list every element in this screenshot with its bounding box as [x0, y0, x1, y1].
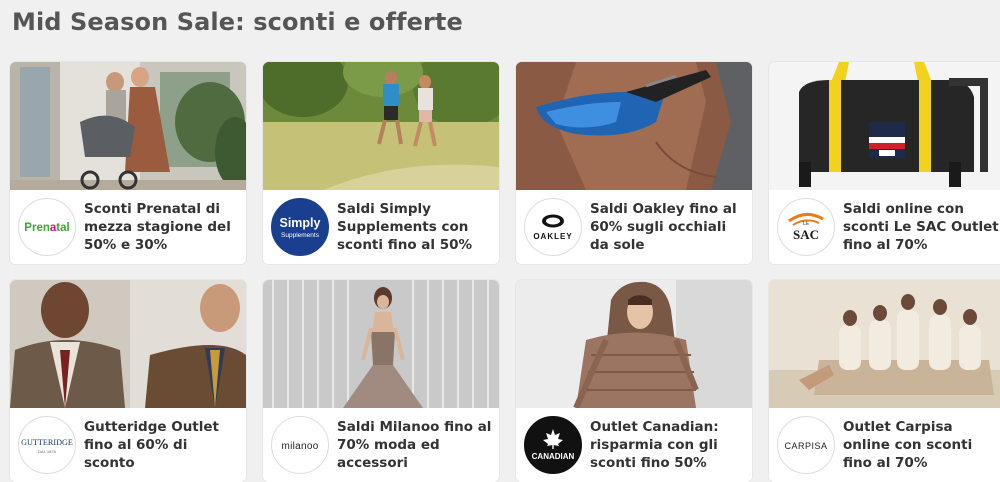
- offer-image-carpisa[interactable]: [769, 280, 1000, 408]
- carpisa-logo: CARPISA: [777, 416, 835, 474]
- offer-body: LE SAC Saldi online con sconti Le SAC Ou…: [769, 190, 1000, 264]
- offer-body: OAKLEY Saldi Oakley fino al 60% sugli oc…: [516, 190, 752, 264]
- offer-card-prenatal[interactable]: Prenatal Sconti Prenatal di mezza stagio…: [10, 62, 246, 264]
- le-sac-logo-text: SAC: [793, 227, 819, 242]
- offer-image-le-sac[interactable]: [769, 62, 1000, 190]
- offer-card-le-sac[interactable]: LE SAC Saldi online con sconti Le SAC Ou…: [769, 62, 1000, 264]
- offer-card-gutteridge[interactable]: GUTTERIDGE DAL 1878 Gutteridge Outlet fi…: [10, 280, 246, 482]
- offer-body: milanoo Saldi Milanoo fino al 70% moda e…: [263, 408, 499, 482]
- offer-card-simply-supplements[interactable]: Simply Supplements Saldi Simply Suppleme…: [263, 62, 499, 264]
- offers-grid: Prenatal Sconti Prenatal di mezza stagio…: [0, 0, 1000, 482]
- offer-image-prenatal[interactable]: [10, 62, 246, 190]
- canadian-logo: CANADIAN: [524, 416, 582, 474]
- canadian-logo-text: CANADIAN: [532, 452, 575, 461]
- le-sac-logo: LE SAC: [777, 198, 835, 256]
- offer-image-simply[interactable]: [263, 62, 499, 190]
- offer-image-canadian[interactable]: [516, 280, 752, 408]
- offer-description[interactable]: Sconti Prenatal di mezza stagione del 50…: [84, 200, 242, 254]
- offer-description[interactable]: Saldi Simply Supplements con sconti fino…: [337, 200, 495, 254]
- offer-description[interactable]: Saldi Oakley fino al 60% sugli occhiali …: [590, 200, 748, 254]
- offer-card-oakley[interactable]: OAKLEY Saldi Oakley fino al 60% sugli oc…: [516, 62, 752, 264]
- offer-image-oakley[interactable]: [516, 62, 752, 190]
- gutteridge-logo: GUTTERIDGE DAL 1878: [18, 416, 76, 474]
- offer-card-canadian[interactable]: CANADIAN Outlet Canadian: risparmia con …: [516, 280, 752, 482]
- offer-body: CANADIAN Outlet Canadian: risparmia con …: [516, 408, 752, 482]
- oakley-logo-text: OAKLEY: [533, 232, 572, 241]
- svg-text:Prenatal: Prenatal: [24, 222, 69, 234]
- simply-logo-subtext: Supplements: [281, 232, 320, 239]
- offer-body: Simply Supplements Saldi Simply Suppleme…: [263, 190, 499, 264]
- simply-supplements-logo: Simply Supplements: [271, 198, 329, 256]
- offer-body: Prenatal Sconti Prenatal di mezza stagio…: [10, 190, 246, 264]
- offer-description[interactable]: Outlet Carpisa online con sconti fino al…: [843, 418, 1000, 472]
- simply-logo-text: Simply: [280, 216, 321, 230]
- milanoo-logo-text: milanoo: [281, 441, 318, 452]
- offer-description[interactable]: Gutteridge Outlet fino al 60% di sconto: [84, 418, 242, 472]
- offer-body: GUTTERIDGE DAL 1878 Gutteridge Outlet fi…: [10, 408, 246, 482]
- prenatal-logo: Prenatal: [18, 198, 76, 256]
- offer-description[interactable]: Saldi Milanoo fino al 70% moda ed access…: [337, 418, 495, 472]
- offer-image-milanoo[interactable]: [263, 280, 499, 408]
- offer-body: CARPISA Outlet Carpisa online con sconti…: [769, 408, 1000, 482]
- oakley-logo: OAKLEY: [524, 198, 582, 256]
- gutteridge-logo-subtext: DAL 1878: [38, 449, 56, 454]
- milanoo-logo: milanoo: [271, 416, 329, 474]
- offer-image-gutteridge[interactable]: [10, 280, 246, 408]
- offer-description[interactable]: Saldi online con sconti Le SAC Outlet fi…: [843, 200, 1000, 254]
- offer-card-carpisa[interactable]: CARPISA Outlet Carpisa online con sconti…: [769, 280, 1000, 482]
- offer-card-milanoo[interactable]: milanoo Saldi Milanoo fino al 70% moda e…: [263, 280, 499, 482]
- carpisa-logo-text: CARPISA: [784, 441, 827, 451]
- gutteridge-logo-text: GUTTERIDGE: [21, 438, 73, 447]
- offer-description[interactable]: Outlet Canadian: risparmia con gli scont…: [590, 418, 748, 472]
